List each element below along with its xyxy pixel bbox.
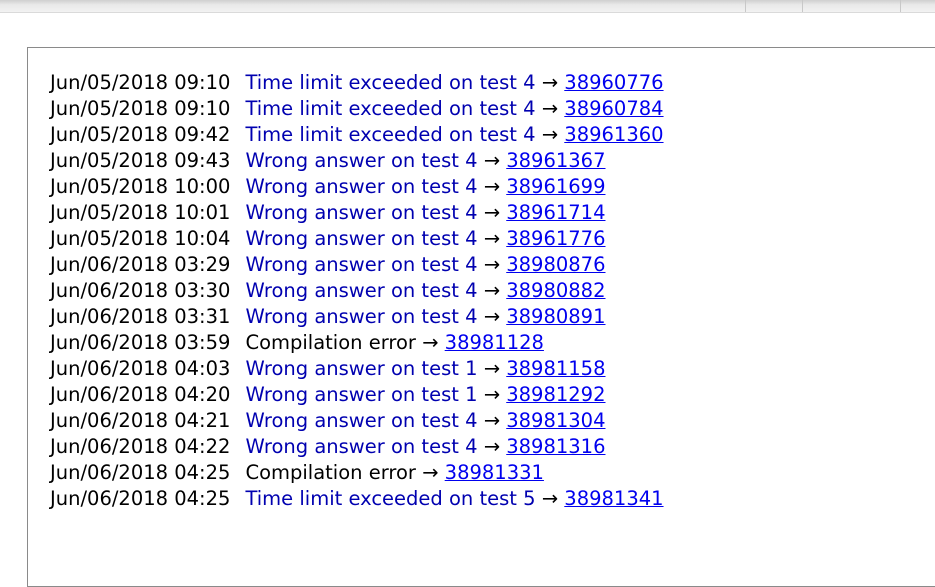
submission-verdict: Wrong answer on test 1 [245, 383, 478, 406]
submission-verdict: Wrong answer on test 4 [245, 201, 478, 224]
submission-id-link[interactable]: 38961699 [506, 175, 605, 198]
submission-verdict: Compilation error [245, 331, 416, 354]
arrow-icon: → [483, 149, 501, 172]
arrow-icon: → [483, 279, 501, 302]
submission-id-link[interactable]: 38981316 [506, 435, 605, 458]
submission-row: Jun/06/2018 03:59 Compilation error → 389… [50, 330, 664, 356]
top-strip-divider [745, 0, 746, 12]
submission-verdict: Wrong answer on test 4 [245, 227, 478, 250]
submission-row: Jun/06/2018 04:20 Wrong answer on test 1 … [50, 382, 664, 408]
arrow-icon: → [483, 409, 501, 432]
submission-time: Jun/06/2018 03:31 [50, 305, 231, 328]
arrow-icon: → [483, 201, 501, 224]
submission-verdict: Wrong answer on test 4 [245, 175, 478, 198]
submission-time: Jun/05/2018 09:43 [50, 149, 231, 172]
arrow-icon: → [541, 97, 559, 120]
submission-verdict: Wrong answer on test 4 [245, 279, 478, 302]
top-strip-divider [900, 0, 901, 12]
submission-id-link[interactable]: 38981304 [506, 409, 605, 432]
submission-id-link[interactable]: 38961776 [506, 227, 605, 250]
submission-row: Jun/05/2018 10:00 Wrong answer on test 4 … [50, 174, 664, 200]
submission-row: Jun/06/2018 04:03 Wrong answer on test 1 … [50, 356, 664, 382]
submission-id-link[interactable]: 38961367 [506, 149, 605, 172]
submission-verdict: Wrong answer on test 4 [245, 253, 478, 276]
submission-verdict: Wrong answer on test 4 [245, 305, 478, 328]
submission-id-link[interactable]: 38981341 [564, 487, 663, 510]
submission-time: Jun/06/2018 03:30 [50, 279, 231, 302]
submission-id-link[interactable]: 38981331 [445, 461, 544, 484]
submission-verdict: Wrong answer on test 4 [245, 409, 478, 432]
submission-verdict: Time limit exceeded on test 4 [245, 123, 536, 146]
submission-id-link[interactable]: 38980876 [506, 253, 605, 276]
submission-time: Jun/05/2018 09:42 [50, 123, 231, 146]
arrow-icon: → [541, 487, 559, 510]
submission-time: Jun/05/2018 10:01 [50, 201, 231, 224]
submission-id-link[interactable]: 38960784 [564, 97, 663, 120]
arrow-icon: → [483, 383, 501, 406]
submission-time: Jun/06/2018 04:25 [50, 461, 231, 484]
submission-verdict: Compilation error [245, 461, 416, 484]
arrow-icon: → [483, 227, 501, 250]
top-strip-divider [802, 0, 803, 12]
submission-verdict: Wrong answer on test 4 [245, 435, 478, 458]
submission-row: Jun/06/2018 03:29 Wrong answer on test 4 … [50, 252, 664, 278]
submission-row: Jun/05/2018 10:04 Wrong answer on test 4 … [50, 226, 664, 252]
submission-time: Jun/06/2018 04:25 [50, 487, 231, 510]
submission-row: Jun/06/2018 04:25 Compilation error → 389… [50, 460, 664, 486]
submission-verdict: Time limit exceeded on test 5 [245, 487, 536, 510]
arrow-icon: → [422, 331, 439, 354]
submission-time: Jun/05/2018 09:10 [50, 97, 231, 120]
submission-row: Jun/06/2018 03:31 Wrong answer on test 4 … [50, 304, 664, 330]
submission-time: Jun/06/2018 03:29 [50, 253, 231, 276]
submission-id-link[interactable]: 38961714 [506, 201, 605, 224]
submission-time: Jun/05/2018 09:10 [50, 71, 231, 94]
submission-row: Jun/06/2018 04:22 Wrong answer on test 4 … [50, 434, 664, 460]
submissions-panel: Jun/05/2018 09:10 Time limit exceeded on … [27, 47, 935, 587]
submission-verdict: Wrong answer on test 1 [245, 357, 478, 380]
submission-time: Jun/06/2018 04:20 [50, 383, 231, 406]
submission-time: Jun/06/2018 03:59 [50, 331, 231, 354]
submissions-list: Jun/05/2018 09:10 Time limit exceeded on … [50, 70, 664, 512]
submission-time: Jun/06/2018 04:22 [50, 435, 231, 458]
arrow-icon: → [483, 175, 501, 198]
submission-id-link[interactable]: 38980891 [506, 305, 605, 328]
submission-row: Jun/05/2018 09:42 Time limit exceeded on … [50, 122, 664, 148]
submission-id-link[interactable]: 38980882 [506, 279, 605, 302]
submission-row: Jun/06/2018 04:21 Wrong answer on test 4 … [50, 408, 664, 434]
submission-row: Jun/06/2018 04:25 Time limit exceeded on … [50, 486, 664, 512]
submission-id-link[interactable]: 38981158 [506, 357, 605, 380]
arrow-icon: → [483, 305, 501, 328]
submission-time: Jun/06/2018 04:03 [50, 357, 231, 380]
submission-time: Jun/05/2018 10:00 [50, 175, 231, 198]
submission-row: Jun/05/2018 09:10 Time limit exceeded on … [50, 70, 664, 96]
submission-row: Jun/05/2018 10:01 Wrong answer on test 4 … [50, 200, 664, 226]
submission-row: Jun/05/2018 09:10 Time limit exceeded on … [50, 96, 664, 122]
arrow-icon: → [483, 253, 501, 276]
submission-id-link[interactable]: 38960776 [564, 71, 663, 94]
submission-time: Jun/05/2018 10:04 [50, 227, 231, 250]
arrow-icon: → [541, 71, 559, 94]
arrow-icon: → [541, 123, 559, 146]
submission-id-link[interactable]: 38981128 [445, 331, 544, 354]
arrow-icon: → [422, 461, 439, 484]
arrow-icon: → [483, 435, 501, 458]
submission-id-link[interactable]: 38961360 [564, 123, 663, 146]
submission-row: Jun/06/2018 03:30 Wrong answer on test 4 … [50, 278, 664, 304]
submission-verdict: Time limit exceeded on test 4 [245, 97, 536, 120]
arrow-icon: → [483, 357, 501, 380]
submission-verdict: Time limit exceeded on test 4 [245, 71, 536, 94]
submission-time: Jun/06/2018 04:21 [50, 409, 231, 432]
submission-id-link[interactable]: 38981292 [506, 383, 605, 406]
browser-top-strip [0, 0, 935, 13]
submission-verdict: Wrong answer on test 4 [245, 149, 478, 172]
submission-row: Jun/05/2018 09:43 Wrong answer on test 4 … [50, 148, 664, 174]
